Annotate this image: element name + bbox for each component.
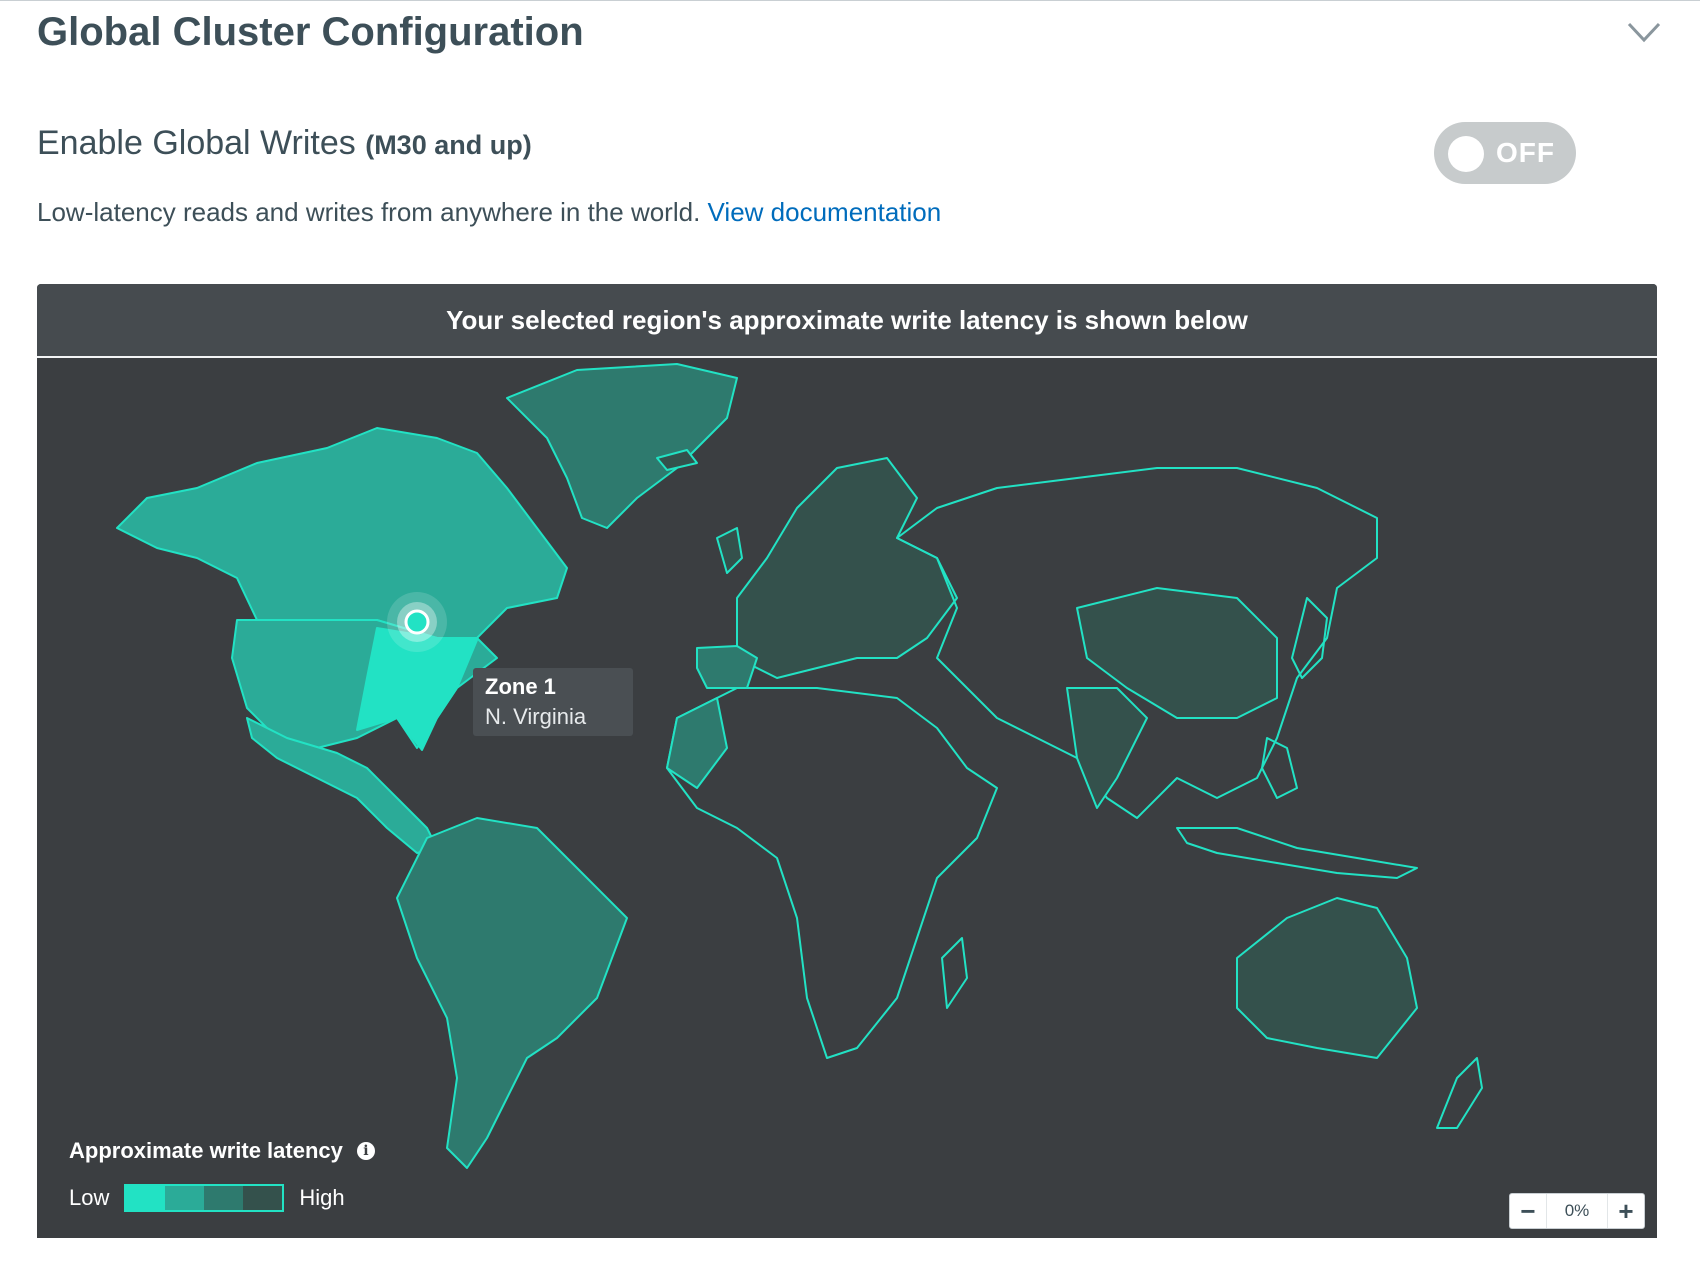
legend-title: Approximate write latency xyxy=(69,1138,343,1163)
india xyxy=(1066,687,1148,809)
section-title: Global Cluster Configuration xyxy=(37,10,584,54)
canada xyxy=(116,427,568,639)
toggle-state-label: OFF xyxy=(1496,137,1555,168)
chevron-down-icon[interactable] xyxy=(1626,18,1662,46)
australia xyxy=(1236,897,1418,1059)
scale-swatch-3 xyxy=(204,1186,244,1210)
greenland xyxy=(506,363,738,529)
scale-swatch-1 xyxy=(126,1186,166,1210)
map-header-text: Your selected region's approximate write… xyxy=(446,304,1248,335)
map-header: Your selected region's approximate write… xyxy=(37,284,1657,358)
legend-title-row: Approximate write latency i xyxy=(69,1138,375,1164)
philippines xyxy=(1261,737,1298,799)
description-text: Low-latency reads and writes from anywhe… xyxy=(37,197,701,227)
madagascar xyxy=(941,937,968,1009)
legend-high-label: High xyxy=(299,1185,345,1210)
minus-icon[interactable]: − xyxy=(1510,1195,1546,1227)
iberia xyxy=(696,645,758,689)
toggle-knob xyxy=(1448,136,1484,172)
europe xyxy=(736,457,958,679)
latency-legend: Approximate write latency i Low High xyxy=(69,1138,375,1212)
global-writes-title: Enable Global Writes xyxy=(37,124,356,162)
zone-name: Zone 1 xyxy=(485,674,556,699)
view-documentation-link[interactable]: View documentation xyxy=(708,197,942,227)
japan xyxy=(1291,597,1328,679)
scale-swatch-2 xyxy=(165,1186,205,1210)
latency-scale-bar xyxy=(124,1184,285,1212)
region-marker-n-virginia[interactable] xyxy=(387,592,447,652)
latency-map-panel: Your selected region's approximate write… xyxy=(37,284,1657,1238)
world-map[interactable] xyxy=(37,358,1657,1238)
new-zealand xyxy=(1436,1057,1483,1129)
legend-low-label: Low xyxy=(69,1185,110,1210)
continents xyxy=(116,363,1483,1169)
zone-region: N. Virginia xyxy=(485,704,587,729)
south-america xyxy=(396,817,628,1169)
info-icon[interactable]: i xyxy=(356,1142,375,1160)
global-writes-description: Low-latency reads and writes from anywhe… xyxy=(37,197,941,228)
west-africa xyxy=(666,697,728,789)
plus-icon[interactable]: + xyxy=(1608,1195,1644,1227)
scale-swatch-4 xyxy=(243,1186,283,1210)
zone-tooltip: Zone 1 N. Virginia xyxy=(473,668,633,736)
global-writes-heading: Enable Global Writes (M30 and up) xyxy=(37,124,532,163)
indonesia xyxy=(1176,827,1418,879)
top-divider xyxy=(0,0,1700,1)
uk xyxy=(716,527,743,574)
zoom-control: − 0% + xyxy=(1509,1193,1645,1229)
global-writes-toggle[interactable]: OFF xyxy=(1434,122,1576,184)
global-writes-subtitle: (M30 and up) xyxy=(365,130,532,160)
zoom-level: 0% xyxy=(1546,1194,1608,1228)
legend-scale-row: Low High xyxy=(69,1184,375,1212)
